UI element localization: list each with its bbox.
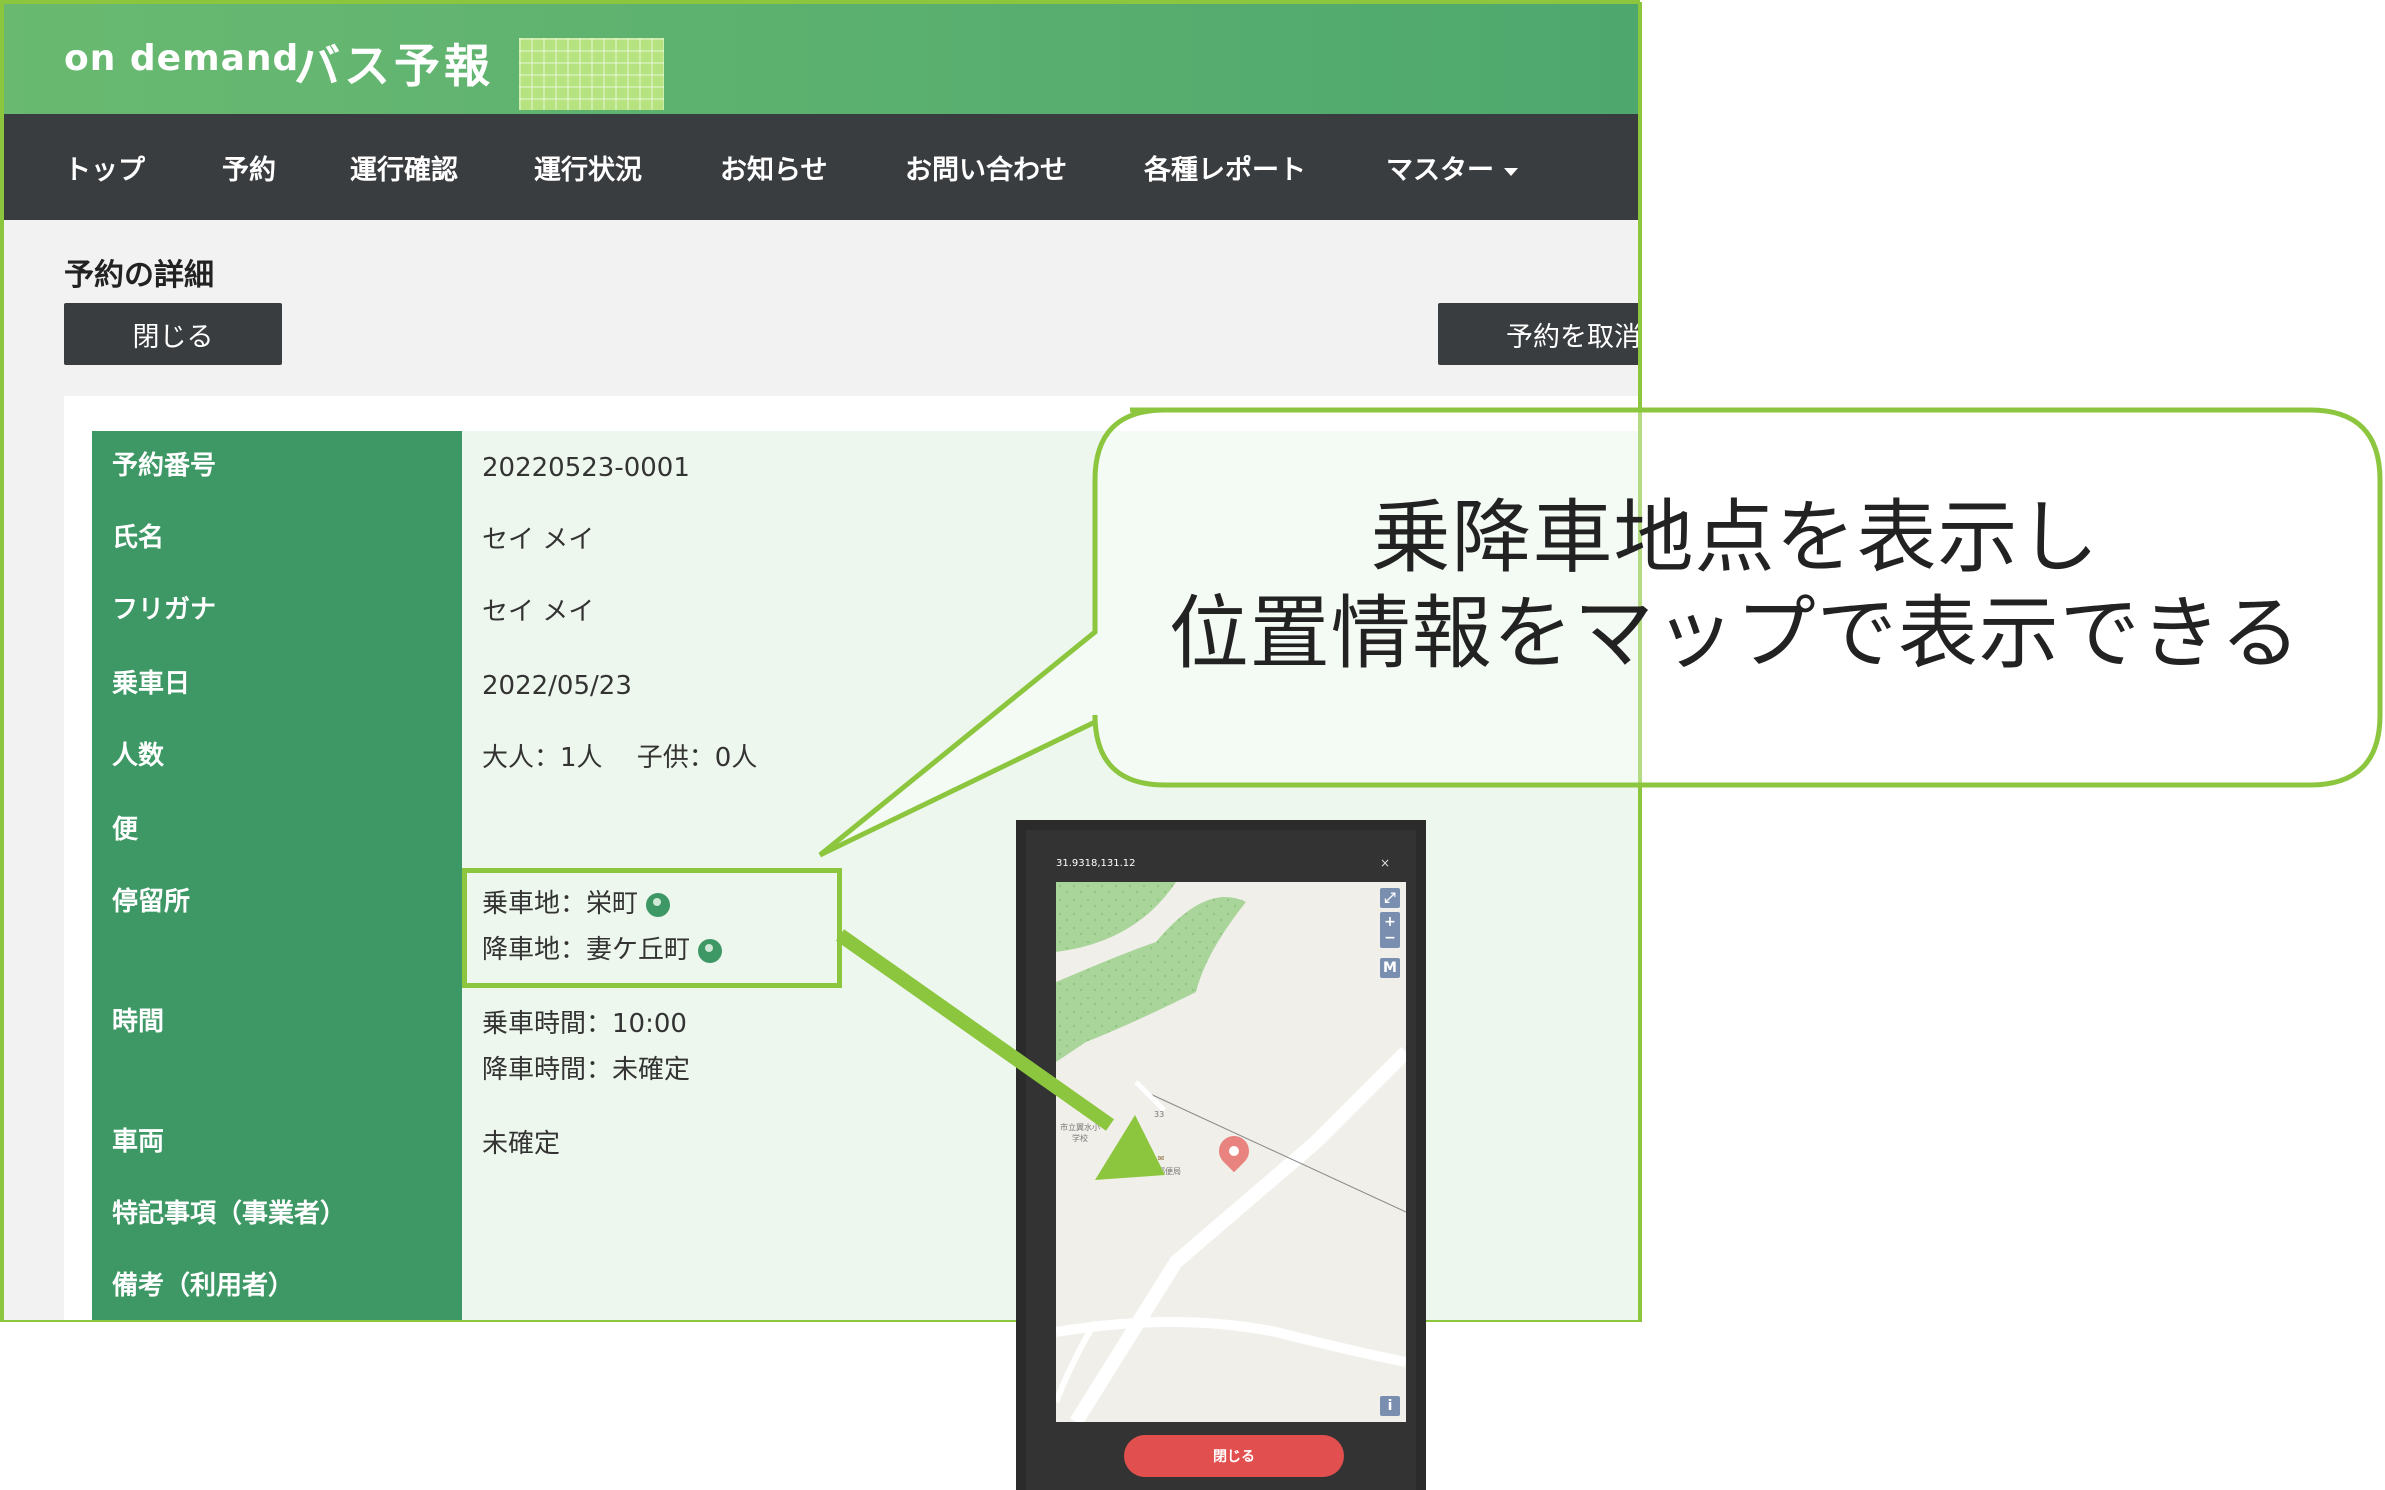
zoom-out-button[interactable]: −	[1380, 928, 1400, 948]
row-label: 備考（利用者）	[92, 1251, 462, 1320]
map-popup: 31.9318,131.12 × ⤢ + − M i 33 市立翼水小学校 ✉ …	[1016, 820, 1426, 1490]
boundary-line	[1145, 1091, 1406, 1213]
row-label: 時間	[92, 987, 462, 1107]
row-value: 大人：1人 子供：0人	[462, 721, 1638, 795]
cross-road	[1056, 1317, 1406, 1367]
close-icon[interactable]: ×	[1380, 856, 1390, 870]
row-label: 車両	[92, 1107, 462, 1179]
callout-text: 乗降車地点を表示し 位置情報をマップで表示できる	[1095, 490, 2375, 682]
row-label: 特記事項（事業者）	[92, 1179, 462, 1251]
road-number-label: 33	[1154, 1110, 1165, 1119]
info-button[interactable]: i	[1380, 1396, 1400, 1416]
school-label: 市立翼水小学校	[1060, 1123, 1100, 1143]
passenger-count-value: 大人：1人 子供：0人	[482, 743, 758, 773]
row-label: 停留所	[92, 867, 462, 987]
map-type-button[interactable]: M	[1380, 958, 1400, 978]
fullscreen-icon[interactable]: ⤢	[1380, 888, 1400, 908]
map-view[interactable]: ⤢ + − M i 33 市立翼水小学校 ✉ 翼水郵便局	[1056, 882, 1406, 1422]
row-label: 人数	[92, 721, 462, 795]
coordinates-readout: 31.9318,131.12	[1056, 858, 1136, 869]
post-office-icon: ✉	[1157, 1154, 1165, 1163]
map-popup-panel: 31.9318,131.12 × ⤢ + − M i 33 市立翼水小学校 ✉ …	[1026, 830, 1416, 1490]
row-label: 予約番号	[92, 431, 462, 503]
main-road	[1070, 1047, 1406, 1422]
stop-highlight-box	[462, 868, 842, 988]
callout-line-1: 乗降車地点を表示し	[1370, 491, 2100, 584]
row-label: 乗車日	[92, 649, 462, 721]
map-close-button[interactable]: 閉じる	[1124, 1435, 1344, 1477]
post-office-label: 翼水郵便局	[1141, 1167, 1181, 1176]
row-label: 便	[92, 795, 462, 867]
callout-line-2: 位置情報をマップで表示できる	[1168, 587, 2302, 680]
reservation-number: 20220523-0001	[482, 453, 690, 483]
table-row: 人数 大人：1人 子供：0人	[92, 721, 1638, 797]
row-label: 氏名	[92, 503, 462, 575]
row-label: フリガナ	[92, 575, 462, 649]
